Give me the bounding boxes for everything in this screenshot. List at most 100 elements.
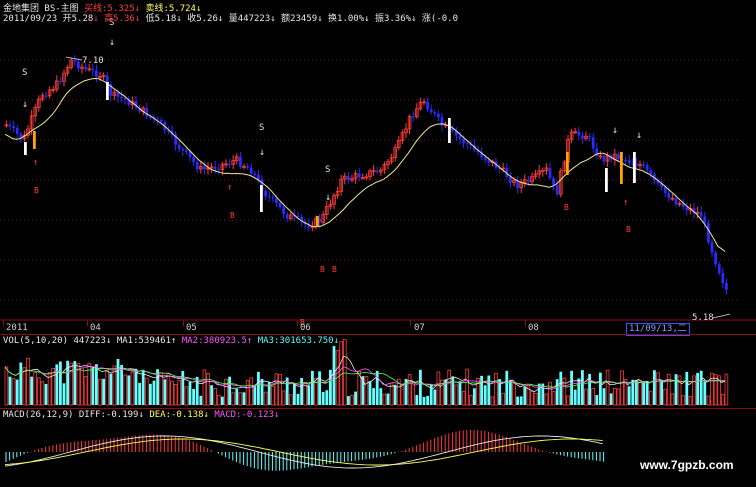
candle-body [296, 216, 300, 218]
candle-body [674, 198, 678, 205]
volume-bar [407, 373, 412, 406]
x-tick [410, 320, 411, 326]
volume-bar [22, 367, 27, 406]
volume-bar [635, 380, 638, 405]
candle-body [721, 273, 725, 284]
volume-bar [69, 362, 74, 406]
volume-bar [163, 379, 167, 405]
volume-bar [530, 391, 534, 406]
volume-bar [152, 380, 156, 405]
volume-bar [134, 368, 138, 405]
volume-bar [670, 393, 675, 406]
volume-bar [656, 372, 660, 406]
volume-bar [245, 379, 250, 406]
candle-body [411, 116, 415, 118]
volume-bar [188, 381, 192, 405]
candle-body [181, 148, 185, 151]
volume-bar [721, 394, 725, 406]
volume-bar [681, 395, 685, 406]
volume-bar [354, 391, 357, 405]
volume-bar [26, 357, 30, 406]
volume-bar [516, 396, 519, 405]
volume-bar [461, 391, 466, 406]
candle-body [667, 192, 671, 199]
candle-body [548, 167, 552, 179]
candle-body [246, 166, 249, 168]
volume-bar [555, 379, 559, 405]
volume-bar [685, 371, 689, 405]
volume-bar [33, 372, 37, 406]
volume-bar [120, 364, 123, 405]
candle-body [177, 144, 181, 149]
volume-bar [300, 378, 303, 405]
volume-bar [329, 369, 332, 405]
x-label-04: 04 [90, 323, 101, 333]
volume-bar [487, 375, 491, 405]
volume-bar [533, 392, 538, 406]
volume-bar [609, 393, 613, 405]
signal-bar [24, 142, 27, 155]
signal-bar [33, 131, 36, 149]
volume-bar [559, 371, 563, 405]
panel-divider [0, 334, 756, 335]
macd-dea: DEA:-0.138 [149, 410, 204, 420]
volume-bar [573, 389, 577, 405]
volume-bar [599, 372, 602, 405]
volume-bar [138, 382, 141, 405]
macd-value: MACD:-0.123 [214, 410, 274, 420]
volume-bar [451, 376, 455, 405]
volume-bar [127, 375, 131, 405]
volume-bar [263, 391, 268, 406]
volume-bar [674, 374, 678, 405]
candle-body [285, 214, 289, 219]
buy-signal-b: B [564, 203, 569, 212]
volume-bar [494, 372, 498, 406]
signal-bar [448, 118, 451, 143]
quote-close: 收5.26 [187, 14, 218, 24]
candle-body [267, 196, 271, 198]
volume-bar [616, 388, 621, 406]
volume-bar [627, 386, 631, 405]
x-tick [525, 320, 526, 326]
candle-body [278, 203, 282, 208]
volume-bar [311, 370, 314, 405]
volume-bar [350, 395, 354, 406]
volume-bar [105, 370, 110, 406]
volume-bar [62, 383, 66, 405]
volume-bar [602, 388, 606, 405]
volume-bar [98, 378, 102, 406]
volume-bar [663, 388, 667, 406]
volume-bar [325, 390, 329, 405]
down-arrow-icon: ↓ [612, 125, 618, 136]
candle-body [725, 283, 728, 290]
volume-bar [706, 395, 711, 406]
candle-body [145, 108, 149, 117]
volume-bar [202, 369, 207, 406]
macd-title: MACD(26,12,9) [3, 410, 74, 420]
candle-body [429, 109, 433, 113]
volume-bar [144, 377, 149, 406]
buy-signal-b: B [230, 211, 235, 220]
volume-bar [242, 392, 246, 405]
volume-bar [566, 395, 570, 406]
volume-bar [8, 376, 12, 405]
volume-bar [318, 371, 321, 405]
candle-body [714, 252, 717, 265]
low-price-label: 5.18 [692, 313, 714, 323]
candle-body [509, 177, 512, 183]
volume-bar [321, 392, 325, 405]
x-tick [87, 320, 88, 326]
candle-body [73, 59, 77, 62]
volume-ma1: MA1:539461 [116, 336, 171, 346]
up-arrow-icon: ↑ [623, 198, 628, 208]
volume-bar [483, 385, 487, 405]
volume-bar [15, 379, 19, 405]
volume-bar [149, 383, 152, 405]
signal-bar [106, 82, 109, 100]
volume-bar [490, 396, 495, 406]
candle-body [91, 68, 95, 71]
volume-bar [170, 380, 174, 406]
site-watermark: www.7gpzb.com [640, 458, 734, 472]
down-arrow-icon: ↓ [636, 130, 642, 141]
volume-bar [379, 388, 383, 405]
